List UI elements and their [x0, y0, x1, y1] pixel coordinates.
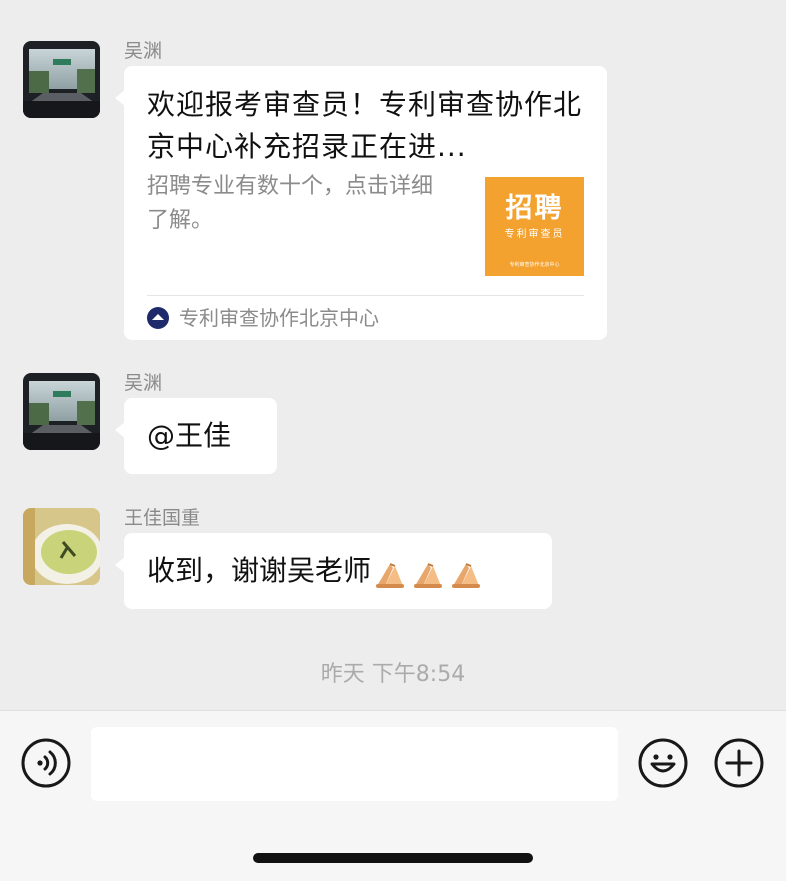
- chat-screen: 吴渊 欢迎报考审查员！专利审查协作北京中心补充招录正在进... 招聘专业有数十个…: [0, 0, 786, 881]
- account-logo-icon: [147, 307, 169, 329]
- chat-timestamp: 昨天 下午8:54: [320, 662, 466, 687]
- smiley-icon[interactable]: [638, 738, 688, 788]
- sender-avatar[interactable]: [23, 508, 100, 585]
- message-bubble[interactable]: 收到，谢谢吴老师: [115, 533, 552, 609]
- folded-hands-icon: [452, 563, 481, 588]
- message-text: @王佳: [147, 419, 232, 452]
- sender-name: 吴渊: [124, 40, 163, 62]
- card-divider: [147, 295, 584, 296]
- message-input[interactable]: [91, 727, 618, 801]
- thumbnail-headline: 招聘: [505, 193, 564, 224]
- card-source: 专利审查协作北京中心: [179, 306, 379, 330]
- card-title: 欢迎报考审查员！专利审查协作北京中心补充招录正在进...: [147, 88, 583, 163]
- message-text-row: 收到，谢谢吴老师: [147, 533, 487, 609]
- message-text: 收到，谢谢吴老师: [147, 554, 372, 587]
- link-card[interactable]: 欢迎报考审查员！专利审查协作北京中心补充招录正在进... 招聘专业有数十个，点击…: [115, 66, 607, 340]
- thumbnail-subtitle: 专利审查员: [504, 229, 565, 240]
- emoji-group: [373, 534, 487, 610]
- thumbnail-footer: 专利审查协作北京中心: [509, 262, 560, 268]
- avatar-road-photo: [23, 41, 100, 118]
- home-indicator[interactable]: [253, 853, 533, 863]
- folded-hands-icon: [376, 563, 405, 588]
- folded-hands-icon: [414, 563, 443, 588]
- sender-avatar[interactable]: [23, 373, 100, 450]
- sender-avatar[interactable]: [23, 41, 100, 118]
- avatar-road-photo: [23, 373, 100, 450]
- plus-icon[interactable]: [714, 738, 764, 788]
- voice-icon[interactable]: [21, 738, 71, 788]
- card-thumbnail: 招聘 专利审查员 专利审查协作北京中心: [485, 177, 584, 276]
- avatar-tea-photo: [23, 508, 100, 585]
- sender-name: 王佳国重: [124, 507, 201, 529]
- sender-name: 吴渊: [124, 372, 163, 394]
- message-bubble[interactable]: @王佳: [115, 398, 277, 474]
- card-description: 招聘专业有数十个，点击详细了解。: [147, 174, 434, 233]
